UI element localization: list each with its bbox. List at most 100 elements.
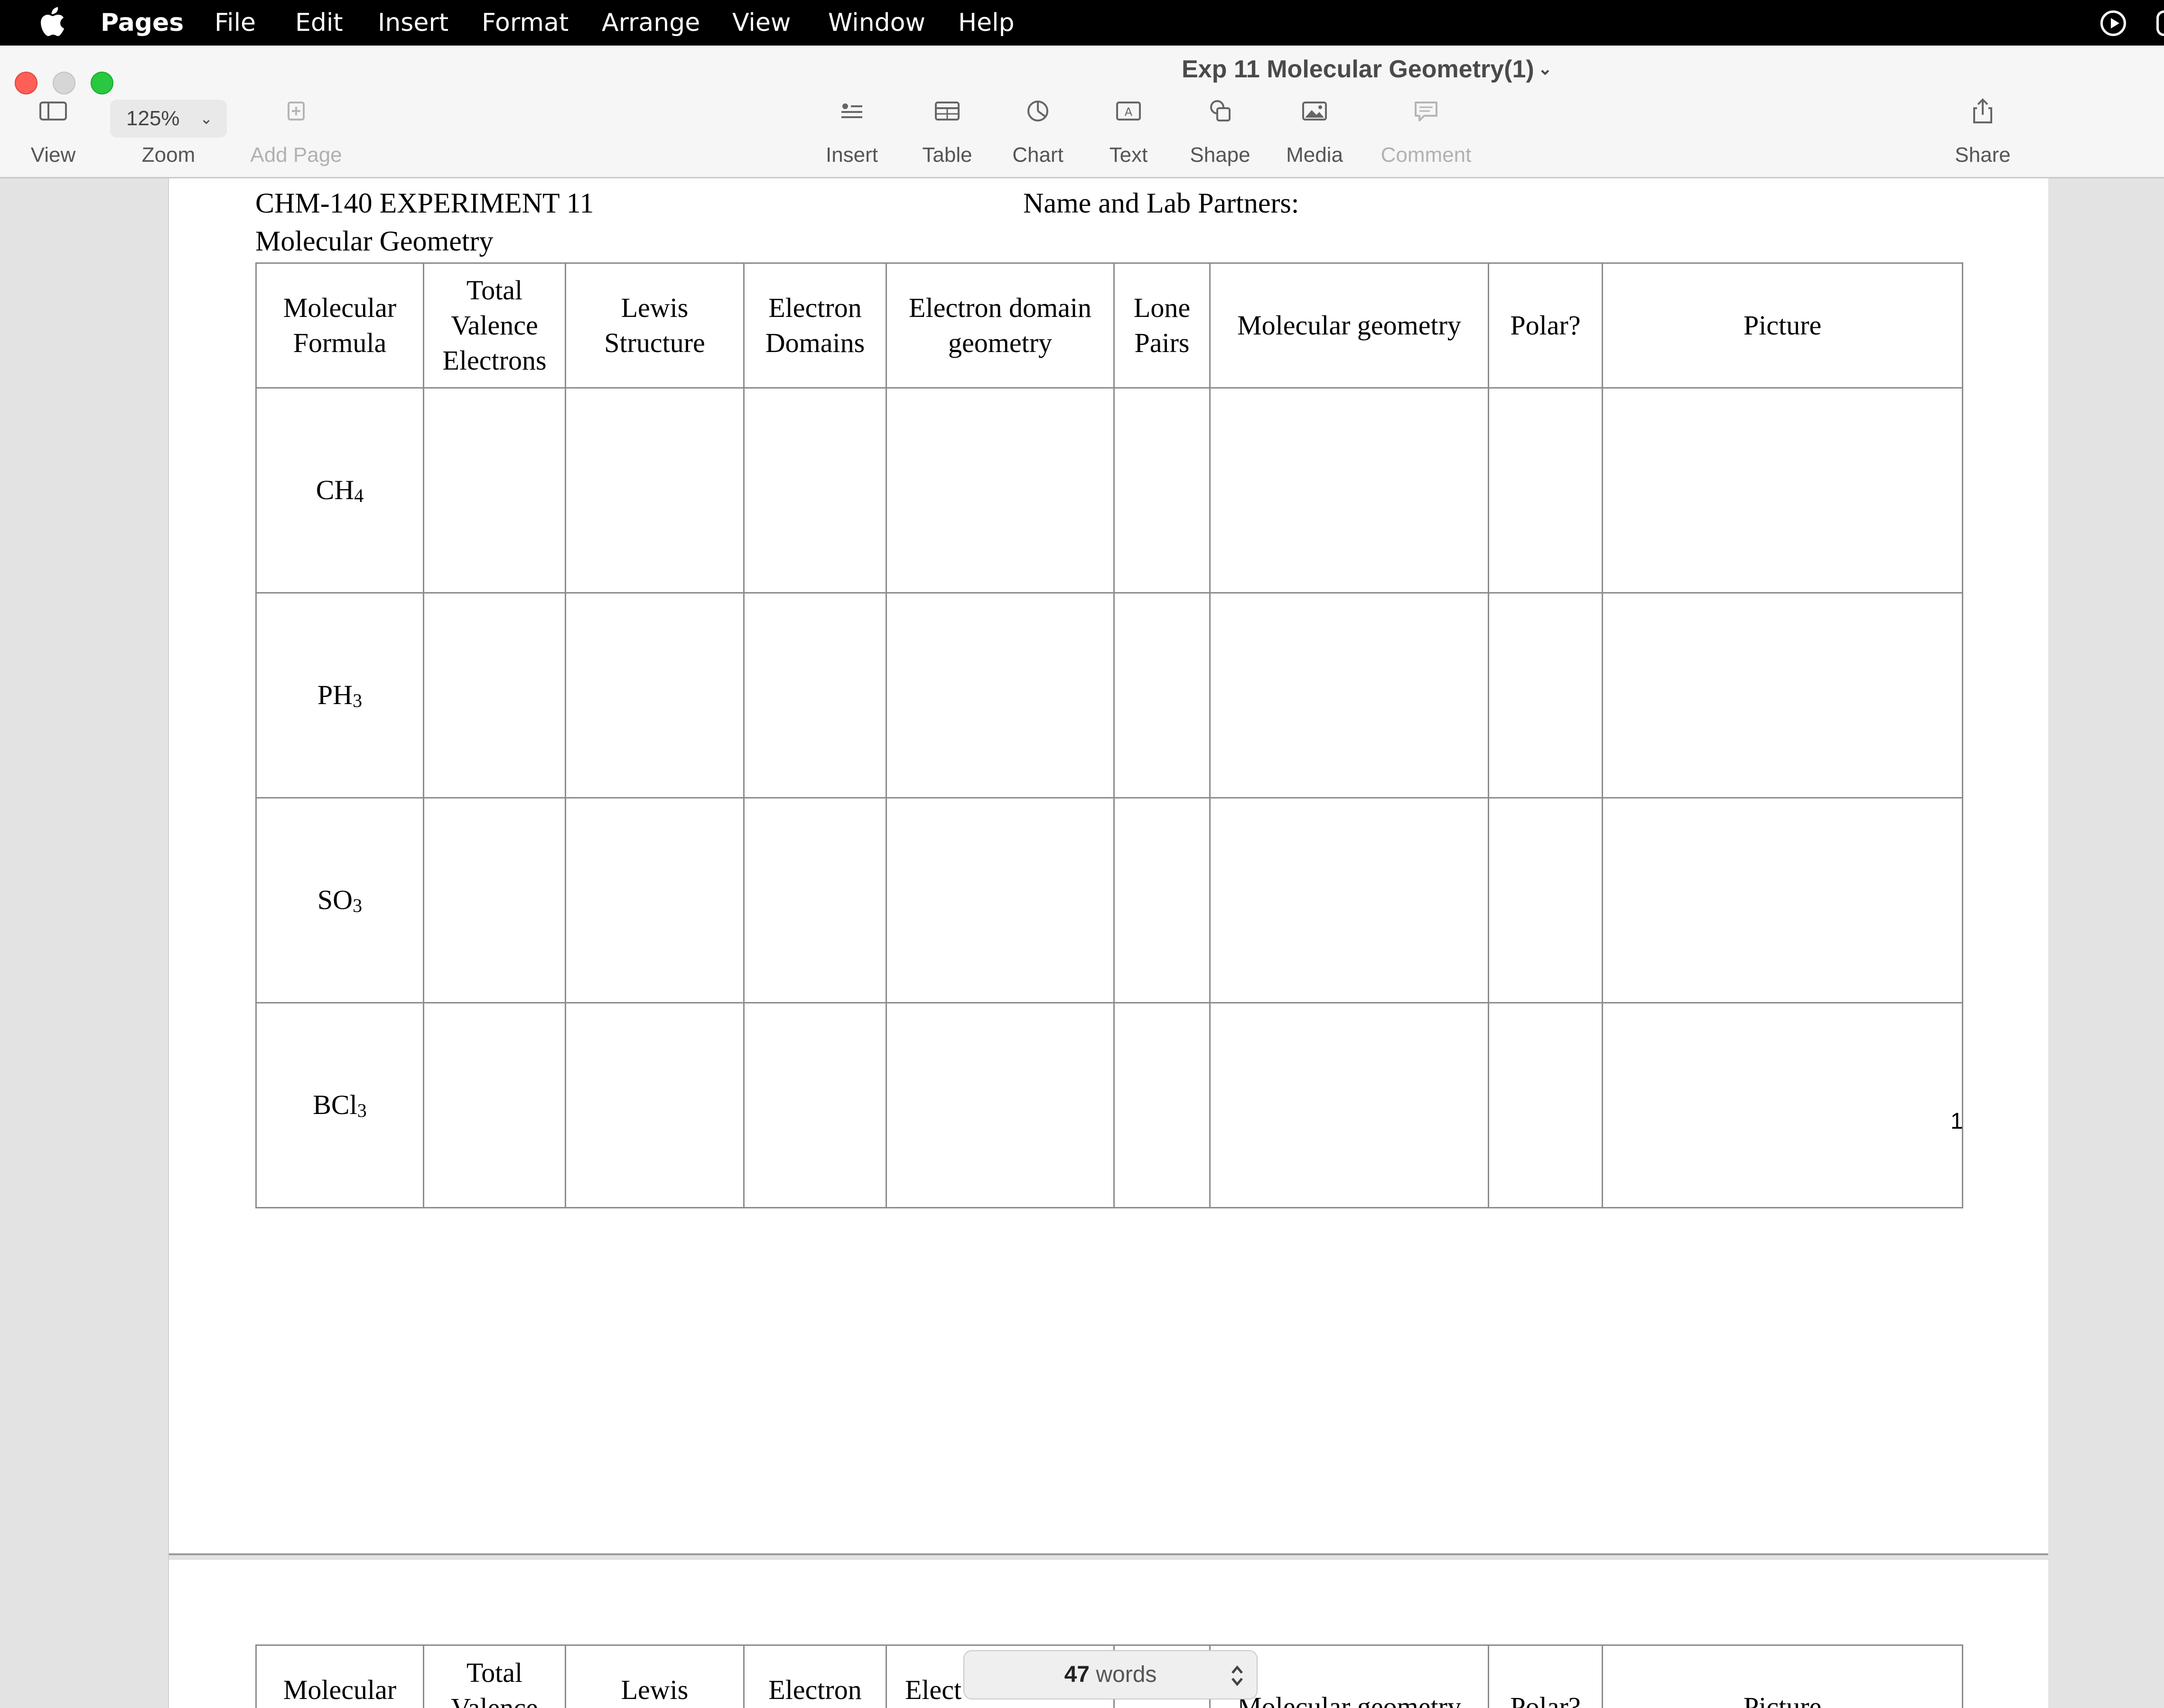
course-heading[interactable]: CHM-140 EXPERIMENT 11 bbox=[255, 187, 594, 220]
molecular-geometry-table[interactable]: Molecular Formula Total Valence Electrons L… bbox=[255, 262, 1963, 1208]
header-total-valence-electrons[interactable]: Total Valence Electrons bbox=[423, 262, 566, 389]
table-cell[interactable] bbox=[1488, 592, 1603, 798]
formula-cell[interactable]: SO3 bbox=[255, 797, 424, 1003]
table-cell[interactable] bbox=[565, 1002, 745, 1208]
table-cell[interactable] bbox=[423, 797, 566, 1003]
header-molecular-formula[interactable]: Molecular bbox=[255, 1644, 424, 1708]
document-canvas[interactable]: CHM-140 EXPERIMENT 11 Name and Lab Partn… bbox=[0, 178, 2164, 1708]
table-cell[interactable] bbox=[1209, 387, 1489, 594]
table-cell[interactable] bbox=[423, 387, 566, 594]
media-button[interactable]: Media bbox=[1262, 98, 1367, 174]
table-cell[interactable] bbox=[1488, 387, 1603, 594]
table-cell[interactable] bbox=[743, 592, 887, 798]
table-cell[interactable] bbox=[1209, 797, 1489, 1003]
menu-app-pages[interactable]: Pages bbox=[101, 9, 184, 37]
play-circle-icon[interactable] bbox=[2100, 10, 2126, 36]
table-cell[interactable] bbox=[886, 1002, 1115, 1208]
shape-label: Shape bbox=[1190, 143, 1250, 167]
word-count-control[interactable]: 47 words bbox=[963, 1650, 1258, 1699]
view-button[interactable]: View bbox=[1, 98, 105, 174]
table-cell[interactable] bbox=[1113, 387, 1211, 594]
header-electron-domain-geometry[interactable]: Electron domain geometry bbox=[886, 262, 1115, 389]
insert-button[interactable]: Insert bbox=[800, 98, 904, 174]
text-label: Text bbox=[1109, 143, 1148, 167]
document-title[interactable]: Exp 11 Molecular Geometry(1) ⌄ bbox=[1182, 55, 1552, 84]
menu-arrange[interactable]: Arrange bbox=[602, 9, 700, 37]
share-button[interactable]: Share bbox=[1931, 98, 2035, 174]
table-cell[interactable] bbox=[886, 387, 1115, 594]
table-cell[interactable] bbox=[886, 797, 1115, 1003]
text-box-icon: A bbox=[1116, 102, 1141, 121]
table-cell[interactable] bbox=[1113, 797, 1211, 1003]
zoom-label: Zoom bbox=[141, 143, 196, 167]
table-cell[interactable] bbox=[565, 387, 745, 594]
header-polar[interactable]: Polar? bbox=[1488, 262, 1603, 389]
table-cell[interactable] bbox=[1209, 592, 1489, 798]
header-lewis-structure[interactable]: Lewis bbox=[565, 1644, 745, 1708]
header-lone-pairs[interactable]: Lone Pairs bbox=[1113, 262, 1211, 389]
formula-cell[interactable]: CH4 bbox=[255, 387, 424, 594]
table-cell[interactable] bbox=[743, 797, 887, 1003]
table-cell[interactable] bbox=[743, 1002, 887, 1208]
zoom-select[interactable]: 125% ⌄ bbox=[110, 100, 227, 138]
table-cell[interactable] bbox=[1488, 1002, 1603, 1208]
header-electron-domains[interactable]: Electron bbox=[743, 1644, 887, 1708]
header-electron-domains[interactable]: Electron Domains bbox=[743, 262, 887, 389]
table-row: PH3 bbox=[255, 592, 1963, 798]
menu-insert[interactable]: Insert bbox=[378, 9, 448, 37]
add-page-button[interactable]: Add Page bbox=[244, 98, 348, 174]
header-molecular-geometry[interactable]: Molecular geometry bbox=[1209, 262, 1489, 389]
name-and-partners-label[interactable]: Name and Lab Partners: bbox=[1023, 187, 1299, 220]
table-cell[interactable] bbox=[1602, 1002, 1963, 1208]
table-button[interactable]: Table bbox=[895, 98, 999, 174]
menu-format[interactable]: Format bbox=[482, 9, 569, 37]
formula-cell[interactable]: BCl3 bbox=[255, 1002, 424, 1208]
table-label: Table bbox=[922, 143, 972, 167]
chart-button[interactable]: Chart bbox=[986, 98, 1090, 174]
menu-file[interactable]: File bbox=[215, 9, 256, 37]
table-cell[interactable] bbox=[1209, 1002, 1489, 1208]
close-window-button[interactable] bbox=[15, 72, 37, 94]
zoom-window-button[interactable] bbox=[91, 72, 113, 94]
table-cell[interactable] bbox=[743, 387, 887, 594]
header-picture[interactable]: Picture bbox=[1602, 1644, 1963, 1708]
header-lewis-structure[interactable]: Lewis Structure bbox=[565, 262, 745, 389]
insert-label: Insert bbox=[825, 143, 878, 167]
insert-icon bbox=[841, 103, 862, 118]
table-cell[interactable] bbox=[1602, 797, 1963, 1003]
zoom-label-box: Zoom bbox=[116, 143, 221, 172]
minimize-window-button[interactable] bbox=[53, 72, 75, 94]
table-cell[interactable] bbox=[1113, 592, 1211, 798]
header-molecular-formula[interactable]: Molecular Formula bbox=[255, 262, 424, 389]
comment-button[interactable]: Comment bbox=[1374, 98, 1478, 174]
table-cell[interactable] bbox=[565, 592, 745, 798]
media-label: Media bbox=[1286, 143, 1343, 167]
header-polar[interactable]: Polar? bbox=[1488, 1644, 1603, 1708]
menu-view[interactable]: View bbox=[732, 9, 791, 37]
table-cell[interactable] bbox=[565, 797, 745, 1003]
table-cell[interactable] bbox=[1602, 592, 1963, 798]
table-row: CH4 bbox=[255, 387, 1963, 594]
shape-button[interactable]: Shape bbox=[1168, 98, 1272, 174]
menu-help[interactable]: Help bbox=[958, 9, 1015, 37]
header-total-valence-electrons[interactable]: Total Valence bbox=[423, 1644, 566, 1708]
table-cell[interactable] bbox=[1488, 797, 1603, 1003]
page-number: 1 bbox=[1950, 1109, 1963, 1134]
table-cell[interactable] bbox=[1602, 387, 1963, 594]
text-button[interactable]: A Text bbox=[1076, 98, 1181, 174]
table-cell[interactable] bbox=[1113, 1002, 1211, 1208]
document-subtitle[interactable]: Molecular Geometry bbox=[255, 225, 493, 258]
table-cell[interactable] bbox=[423, 1002, 566, 1208]
sidebar-icon bbox=[39, 102, 67, 121]
menu-window[interactable]: Window bbox=[828, 9, 925, 37]
menu-edit[interactable]: Edit bbox=[295, 9, 343, 37]
formula-cell[interactable]: PH3 bbox=[255, 592, 424, 798]
add-page-label: Add Page bbox=[250, 143, 342, 167]
header-picture[interactable]: Picture bbox=[1602, 262, 1963, 389]
table-cell[interactable] bbox=[423, 592, 566, 798]
page-1[interactable]: CHM-140 EXPERIMENT 11 Name and Lab Partn… bbox=[169, 178, 2048, 1555]
word-count-value: 47 bbox=[1064, 1662, 1090, 1687]
status-item-icon[interactable] bbox=[2156, 10, 2164, 36]
table-cell[interactable] bbox=[886, 592, 1115, 798]
apple-logo-icon[interactable] bbox=[37, 7, 65, 38]
